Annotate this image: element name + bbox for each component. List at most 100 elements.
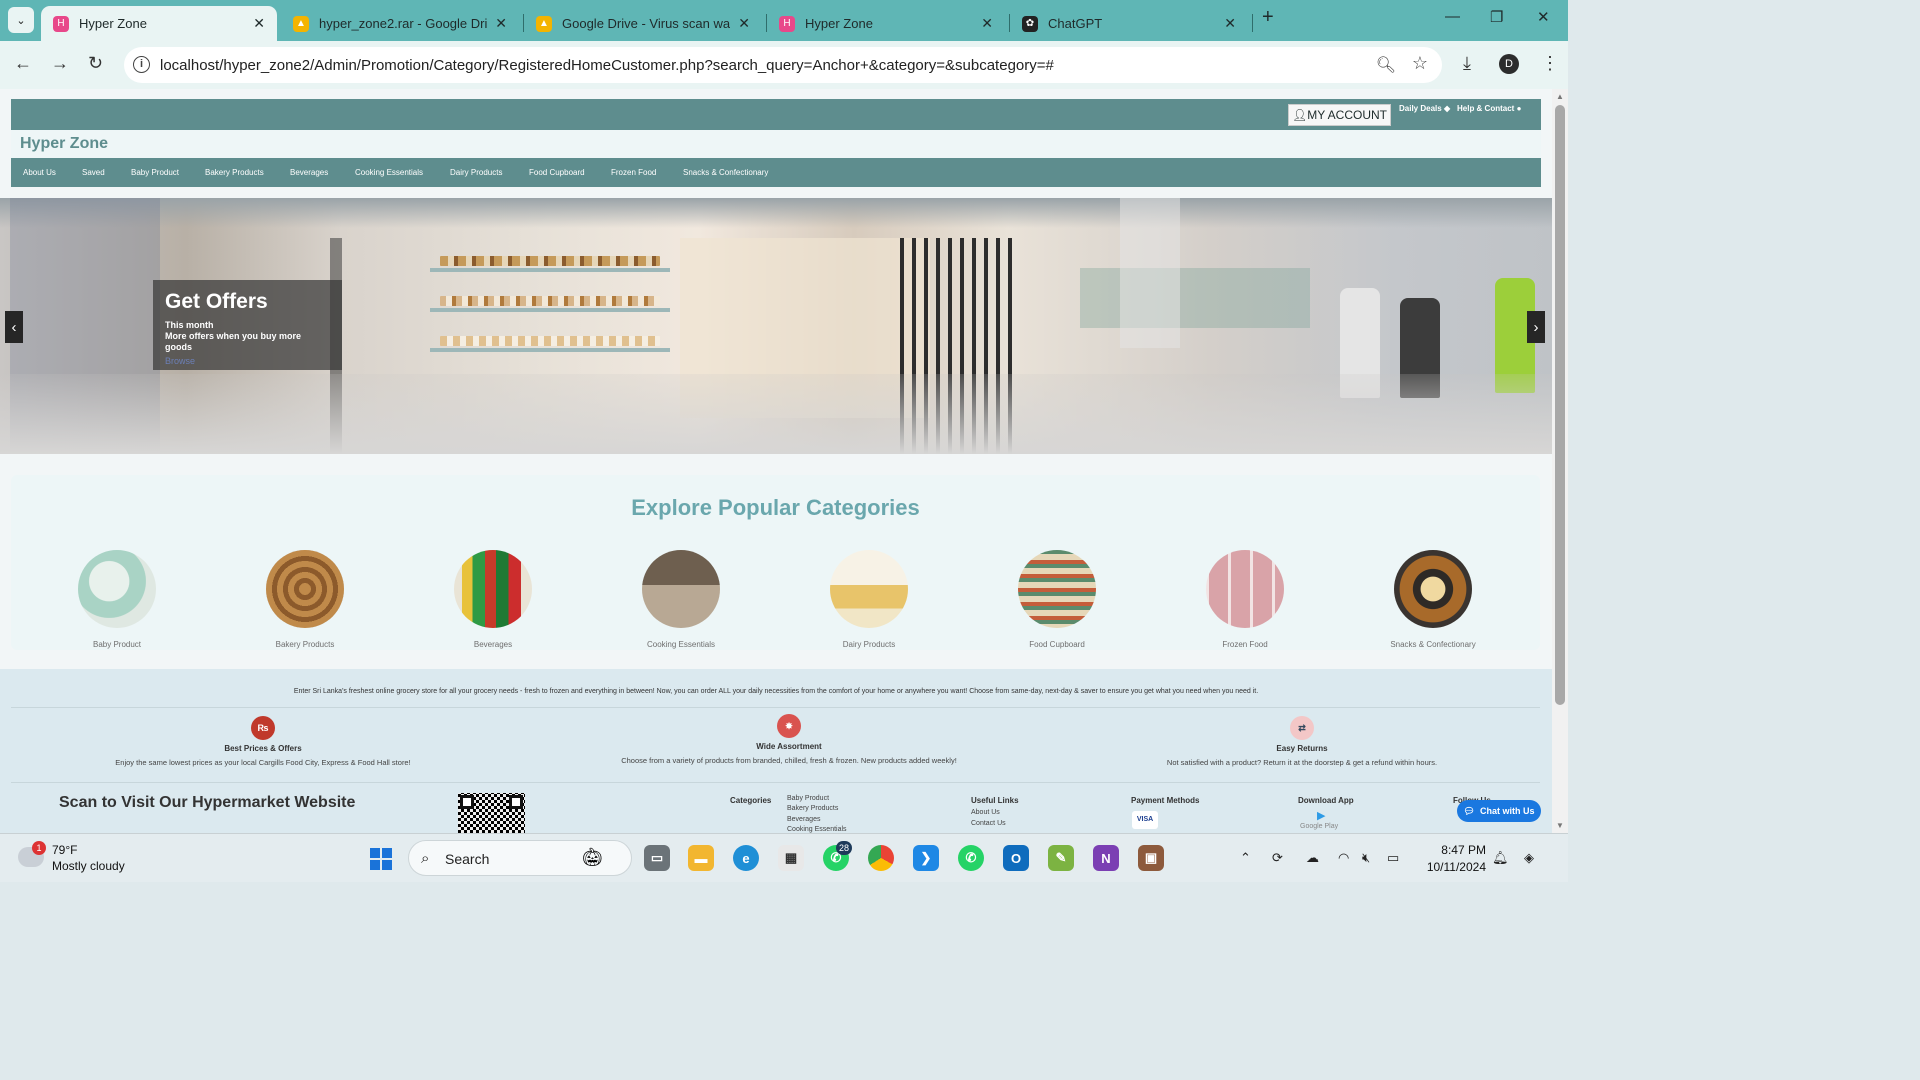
paint-app-icon[interactable]: ✎ — [1048, 845, 1074, 871]
my-account-button[interactable]: 👤︎ MY ACCOUNT — [1288, 104, 1391, 126]
visual-studio-icon[interactable]: N — [1093, 845, 1119, 871]
help-contact-link[interactable]: Help & Contact ● — [1457, 104, 1521, 113]
volume-muted-icon[interactable]: 🔇︎ — [1362, 850, 1370, 866]
address-bar[interactable]: i localhost/hyper_zone2/Admin/Promotion/… — [124, 47, 1442, 83]
copilot-icon[interactable]: ◈ — [1524, 850, 1534, 866]
chat-with-us-button[interactable]: 💬︎ Chat with Us — [1457, 800, 1541, 822]
close-tab-icon[interactable]: ✕ — [495, 15, 507, 32]
outlook-icon[interactable]: O — [1003, 845, 1029, 871]
close-tab-icon[interactable]: ✕ — [981, 15, 993, 32]
forward-arrow-icon[interactable]: → — [51, 53, 69, 74]
close-tab-icon[interactable]: ✕ — [1224, 15, 1236, 32]
close-tab-icon[interactable]: ✕ — [253, 15, 265, 32]
sync-icon[interactable]: ⟳ — [1272, 850, 1283, 866]
image-viewer-icon[interactable]: ▣ — [1138, 845, 1164, 871]
tab-title: hyper_zone2.rar - Google Drive — [319, 16, 488, 31]
bookmark-star-icon[interactable]: ☆ — [1412, 53, 1428, 74]
category-card-bakery-products[interactable]: Bakery Products — [245, 550, 365, 649]
onedrive-icon[interactable]: ☁︎ — [1306, 850, 1319, 866]
nav-beverages[interactable]: Beverages — [290, 168, 328, 177]
whatsapp-alt-icon[interactable]: ✆ — [958, 845, 984, 871]
scroll-up-arrow-icon[interactable]: ▲ — [1556, 92, 1564, 101]
footer-link-contact-us[interactable]: Contact Us — [971, 820, 1006, 827]
taskbar-clock[interactable]: 8:47 PM 10/11/2024 — [1416, 842, 1486, 876]
page-scrollbar[interactable]: ▲ ▼ — [1552, 89, 1568, 833]
site-logo-text[interactable]: Hyper Zone — [20, 135, 108, 153]
taskbar-search-box[interactable]: ⌕ Search 🎃︎ — [408, 840, 632, 876]
tab-google-drive-virus-scan[interactable]: ▲ Google Drive - Virus scan warni ✕ — [524, 6, 762, 41]
file-explorer-icon[interactable]: ▬ — [688, 845, 714, 871]
daily-deals-link[interactable]: Daily Deals ◆ — [1399, 104, 1450, 113]
hero-image-shelf — [430, 348, 670, 352]
nav-frozen-food[interactable]: Frozen Food — [611, 168, 656, 177]
windows-start-icon[interactable] — [370, 848, 392, 870]
tab-hyper-zone-active[interactable]: H Hyper Zone ✕ — [41, 6, 277, 41]
scroll-down-arrow-icon[interactable]: ▼ — [1556, 821, 1564, 830]
category-card-cooking-essentials[interactable]: Cooking Essentials — [621, 550, 741, 649]
footer-link-cooking-essentials[interactable]: Cooking Essentials — [787, 826, 847, 833]
nav-bakery-products[interactable]: Bakery Products — [205, 168, 264, 177]
category-card-frozen-food[interactable]: Frozen Food — [1185, 550, 1305, 649]
cooking-essentials-image[interactable] — [642, 550, 720, 628]
carousel-next-chevron-icon[interactable]: › — [1527, 311, 1545, 343]
wifi-icon[interactable]: ◠ — [1338, 850, 1349, 866]
nav-snacks-confectionary[interactable]: Snacks & Confectionary — [683, 168, 768, 177]
edge-browser-icon[interactable]: e — [733, 845, 759, 871]
category-card-baby-product[interactable]: Baby Product — [57, 550, 177, 649]
close-window-icon[interactable]: ✕ — [1537, 8, 1550, 26]
bakery-products-image[interactable] — [266, 550, 344, 628]
download-icon[interactable]: ⤓ — [1463, 53, 1471, 74]
weather-widget[interactable]: 1 79°F Mostly cloudy — [18, 841, 158, 875]
dairy-products-image[interactable] — [830, 550, 908, 628]
close-tab-icon[interactable]: ✕ — [738, 15, 750, 32]
reload-icon[interactable]: ↻ — [88, 53, 103, 74]
vscode-icon[interactable]: ❯ — [913, 845, 939, 871]
task-view-icon[interactable]: ▭ — [644, 845, 670, 871]
nav-food-cupboard[interactable]: Food Cupboard — [529, 168, 585, 177]
profile-avatar[interactable]: D — [1499, 54, 1519, 74]
category-card-food-cupboard[interactable]: Food Cupboard — [997, 550, 1117, 649]
tab-separator — [1252, 14, 1253, 32]
beverages-image[interactable] — [454, 550, 532, 628]
site-info-icon[interactable]: i — [133, 56, 150, 73]
tab-chatgpt[interactable]: ✿ ChatGPT ✕ — [1010, 6, 1248, 41]
carousel-prev-chevron-icon[interactable]: ‹ — [5, 311, 23, 343]
nav-dairy-products[interactable]: Dairy Products — [450, 168, 502, 177]
footer-link-bakery-products[interactable]: Bakery Products — [787, 805, 838, 812]
scrollbar-thumb[interactable] — [1555, 105, 1565, 705]
back-arrow-icon[interactable]: ← — [14, 53, 32, 74]
category-card-dairy-products[interactable]: Dairy Products — [809, 550, 929, 649]
battery-icon[interactable]: ▭ — [1387, 850, 1399, 866]
footer-link-baby-product[interactable]: Baby Product — [787, 795, 829, 802]
category-card-snacks-confectionary[interactable]: Snacks & Confectionary — [1373, 550, 1493, 649]
nav-baby-product[interactable]: Baby Product — [131, 168, 179, 177]
nav-cooking-essentials[interactable]: Cooking Essentials — [355, 168, 423, 177]
tab-google-drive-rar[interactable]: ▲ hyper_zone2.rar - Google Drive ✕ — [281, 6, 519, 41]
hero-title: Get Offers — [165, 290, 268, 313]
baby-product-image[interactable] — [78, 550, 156, 628]
footer-link-about-us[interactable]: About Us — [971, 809, 1000, 816]
snacks-image[interactable] — [1394, 550, 1472, 628]
url-text[interactable]: localhost/hyper_zone2/Admin/Promotion/Ca… — [160, 57, 1054, 74]
hero-browse-link[interactable]: Browse — [165, 356, 330, 366]
food-cupboard-image[interactable] — [1018, 550, 1096, 628]
menu-dots-icon[interactable]: ⋮ — [1541, 53, 1559, 74]
tab-hyper-zone[interactable]: H Hyper Zone ✕ — [767, 6, 1005, 41]
footer-link-beverages[interactable]: Beverages — [787, 816, 820, 823]
nav-saved[interactable]: Saved — [82, 168, 105, 177]
frozen-food-image[interactable] — [1206, 550, 1284, 628]
restore-window-icon[interactable]: ❐ — [1490, 8, 1503, 26]
chrome-icon[interactable] — [868, 845, 894, 871]
category-card-beverages[interactable]: Beverages — [433, 550, 553, 649]
google-play-badge[interactable]: Google Play — [1300, 823, 1338, 830]
nav-about-us[interactable]: About Us — [23, 168, 56, 177]
chatgpt-favicon-icon: ✿ — [1022, 15, 1038, 32]
minimize-icon[interactable]: — — [1445, 8, 1460, 25]
new-tab-plus-icon[interactable]: + — [1262, 6, 1274, 29]
tab-search-chevron-icon[interactable]: ⌄ — [8, 7, 34, 33]
qr-corner — [460, 795, 474, 809]
show-hidden-icons-chevron-icon[interactable]: ⌃ — [1240, 850, 1251, 866]
microsoft-store-icon[interactable]: ▦ — [778, 845, 804, 871]
notification-bell-icon[interactable]: 🔔︎ — [1492, 850, 1509, 866]
zoom-magnifier-icon[interactable]: 🔍︎ — [1376, 55, 1396, 75]
